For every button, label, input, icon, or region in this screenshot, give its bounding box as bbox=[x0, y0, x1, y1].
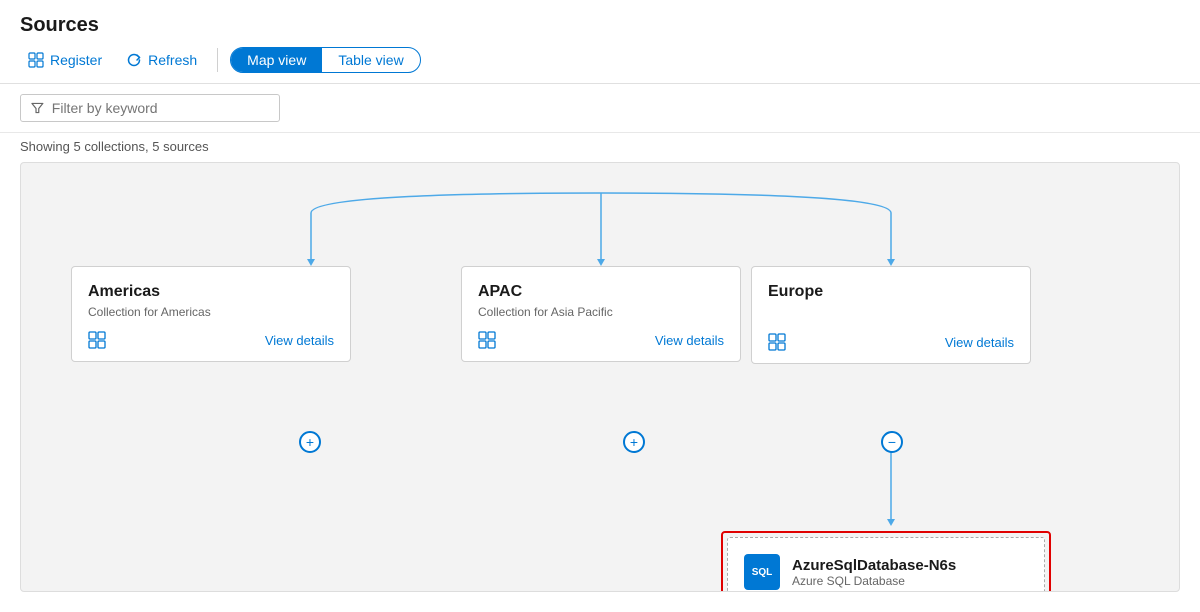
europe-card: Europe View details bbox=[751, 266, 1031, 364]
toolbar-divider bbox=[217, 48, 218, 72]
americas-subtitle: Collection for Americas bbox=[88, 305, 334, 319]
filter-input[interactable] bbox=[52, 100, 269, 116]
connectors-svg bbox=[21, 163, 1179, 591]
apac-card: APAC Collection for Asia Pacific View de… bbox=[461, 266, 741, 362]
apac-grid-icon bbox=[478, 331, 496, 349]
americas-view-details[interactable]: View details bbox=[265, 333, 334, 348]
refresh-icon bbox=[126, 52, 142, 68]
apac-title: APAC bbox=[478, 283, 724, 301]
americas-title: Americas bbox=[88, 283, 334, 301]
apac-view-details[interactable]: View details bbox=[655, 333, 724, 348]
page-title: Sources bbox=[20, 14, 1180, 37]
register-button[interactable]: Register bbox=[20, 48, 110, 72]
americas-card: Americas Collection for Americas View de… bbox=[71, 266, 351, 362]
refresh-button[interactable]: Refresh bbox=[118, 48, 205, 72]
americas-footer: View details bbox=[88, 331, 334, 349]
toolbar: Register Refresh Map view Table view bbox=[20, 47, 1180, 73]
map-canvas: Americas Collection for Americas View de… bbox=[20, 162, 1180, 592]
source-card-header: SQL AzureSqlDatabase-N6s Azure SQL Datab… bbox=[744, 554, 1028, 590]
view-toggle: Map view Table view bbox=[230, 47, 421, 73]
status-text: Showing 5 collections, 5 sources bbox=[20, 139, 209, 154]
europe-title: Europe bbox=[768, 283, 1014, 301]
sql-label: SQL bbox=[752, 567, 773, 578]
source-card-outer: SQL AzureSqlDatabase-N6s Azure SQL Datab… bbox=[721, 531, 1051, 592]
filter-input-wrap bbox=[20, 94, 280, 122]
europe-view-details[interactable]: View details bbox=[945, 335, 1014, 350]
source-type: Azure SQL Database bbox=[792, 574, 956, 588]
source-name: AzureSqlDatabase-N6s bbox=[792, 557, 956, 574]
filter-bar bbox=[0, 84, 1200, 133]
europe-footer: View details bbox=[768, 333, 1014, 351]
register-icon bbox=[28, 52, 44, 68]
source-info: AzureSqlDatabase-N6s Azure SQL Database bbox=[792, 557, 956, 588]
americas-grid-icon bbox=[88, 331, 106, 349]
americas-expand[interactable]: + bbox=[299, 431, 321, 453]
table-view-button[interactable]: Table view bbox=[322, 48, 419, 72]
sql-icon: SQL bbox=[744, 554, 780, 590]
europe-grid-icon bbox=[768, 333, 786, 351]
status-bar: Showing 5 collections, 5 sources bbox=[0, 133, 1200, 162]
europe-collapse[interactable]: − bbox=[881, 431, 903, 453]
filter-icon bbox=[31, 101, 44, 115]
apac-expand[interactable]: + bbox=[623, 431, 645, 453]
page-header: Sources Register Refresh Map view Table … bbox=[0, 0, 1200, 84]
refresh-label: Refresh bbox=[148, 52, 197, 68]
apac-subtitle: Collection for Asia Pacific bbox=[478, 305, 724, 319]
map-view-button[interactable]: Map view bbox=[231, 48, 322, 72]
source-card-inner: SQL AzureSqlDatabase-N6s Azure SQL Datab… bbox=[727, 537, 1045, 592]
apac-footer: View details bbox=[478, 331, 724, 349]
register-label: Register bbox=[50, 52, 102, 68]
europe-subtitle bbox=[768, 305, 1014, 321]
